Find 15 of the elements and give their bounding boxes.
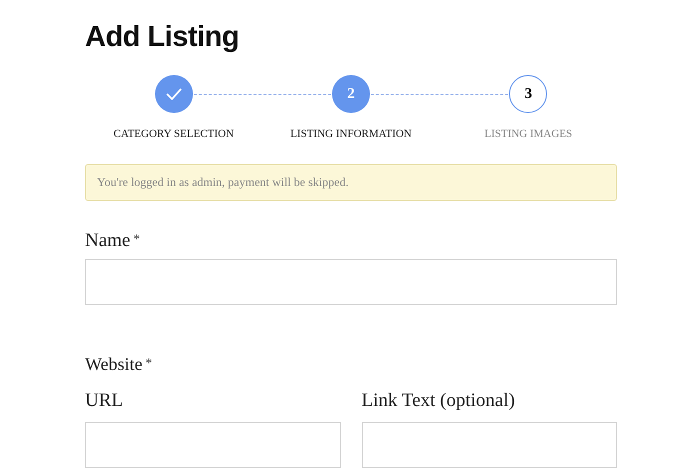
text-input[interactable] (362, 422, 617, 468)
field-label: URL (85, 389, 123, 413)
required-mark: * (146, 354, 152, 372)
step-label: CATEGORY SELECTION (114, 127, 234, 142)
check-icon (166, 88, 182, 100)
field-label: Name (85, 228, 130, 252)
field-label: Link Text (optional) (362, 389, 515, 413)
text-input[interactable] (85, 422, 340, 468)
step-label: LISTING INFORMATION (290, 127, 412, 142)
step-label: LISTING IMAGES (484, 127, 572, 142)
page-title: Add Listing (85, 20, 240, 55)
notice-text: You're logged in as admin, payment will be skipped. (97, 174, 349, 191)
field-label: Website (85, 353, 143, 376)
required-mark: * (133, 230, 140, 248)
name-input[interactable] (85, 259, 617, 305)
